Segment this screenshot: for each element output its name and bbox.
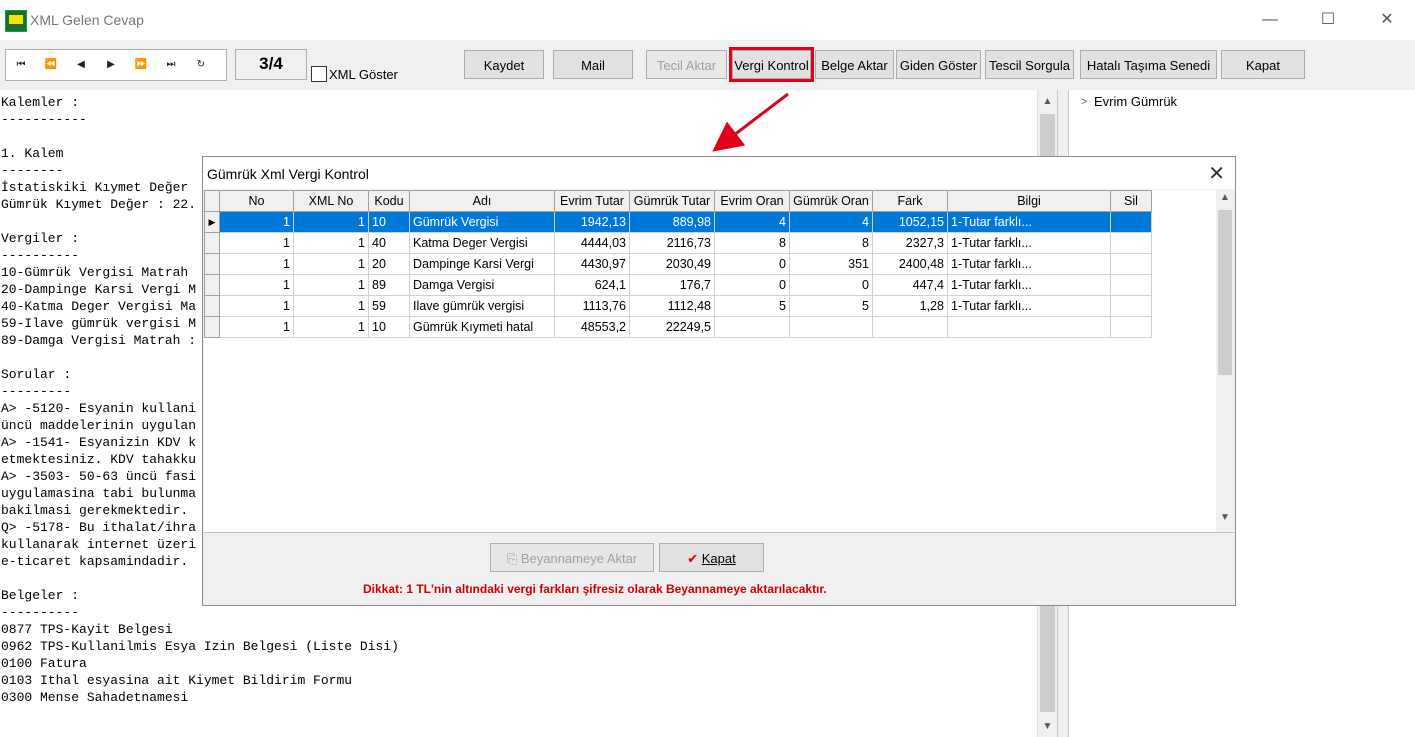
annotation-arrow <box>712 92 789 152</box>
